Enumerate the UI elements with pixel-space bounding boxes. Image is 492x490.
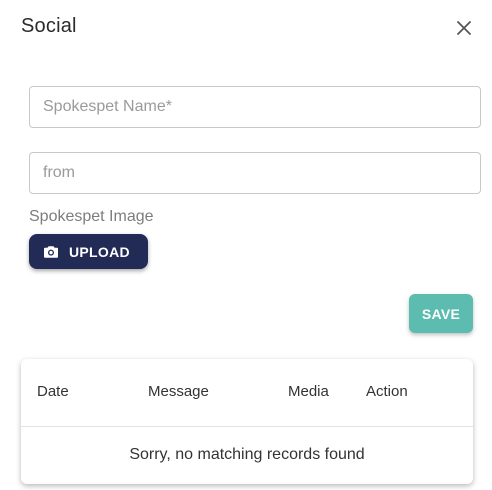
spokespet-image-label: Spokespet Image (29, 208, 154, 225)
table-header: Date Message Media Action (21, 359, 473, 427)
column-header-date[interactable]: Date (37, 383, 69, 400)
close-icon[interactable] (452, 16, 476, 40)
social-dialog: Social Spokespet Image UPLOAD SAVE Date … (0, 0, 492, 490)
column-header-message[interactable]: Message (148, 383, 209, 400)
camera-icon (43, 244, 59, 260)
dialog-title: Social (21, 15, 77, 37)
upload-button[interactable]: UPLOAD (29, 234, 148, 269)
from-field[interactable] (29, 152, 481, 194)
from-input[interactable] (30, 153, 480, 193)
upload-button-label: UPLOAD (69, 243, 130, 260)
save-button[interactable]: SAVE (409, 294, 473, 333)
spokespet-name-field[interactable] (29, 86, 481, 128)
spokespet-name-input[interactable] (30, 87, 480, 127)
empty-records-message: Sorry, no matching records found (129, 446, 365, 463)
column-header-media[interactable]: Media (288, 383, 329, 400)
records-table: Date Message Media Action Sorry, no matc… (21, 359, 473, 484)
column-header-action[interactable]: Action (366, 383, 408, 400)
